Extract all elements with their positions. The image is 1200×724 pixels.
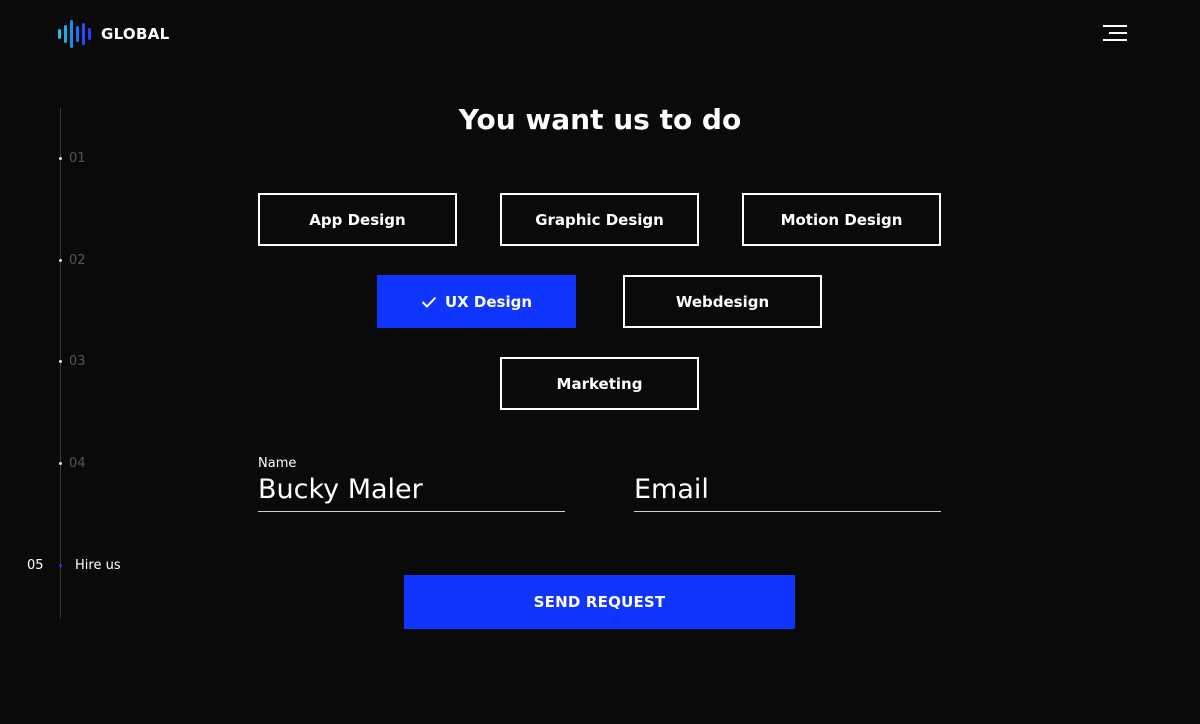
checkmark-icon	[421, 296, 437, 308]
step-04[interactable]: 04	[0, 456, 200, 472]
step-01[interactable]: 01	[0, 151, 200, 167]
option-label: Motion Design	[780, 210, 903, 229]
hamburger-menu-icon[interactable]	[1103, 25, 1127, 43]
page: GLOBAL 01 02 03 04 05 Hire us You want u…	[0, 0, 1200, 724]
step-dot	[59, 564, 62, 567]
option-label: App Design	[309, 210, 406, 229]
step-dot	[59, 462, 62, 465]
step-number: 02	[69, 253, 86, 268]
service-option-ux-design[interactable]: UX Design	[377, 275, 576, 328]
email-label	[634, 456, 941, 472]
send-request-button[interactable]: SEND REQUEST	[404, 575, 795, 629]
logo-text: GLOBAL	[101, 25, 170, 43]
step-05-active[interactable]: 05 Hire us	[0, 558, 200, 574]
step-number: 05	[27, 558, 44, 573]
step-number: 03	[69, 354, 86, 369]
email-field	[634, 456, 941, 512]
name-field: Name	[258, 456, 565, 512]
logo[interactable]: GLOBAL	[58, 20, 170, 48]
step-dot	[59, 360, 62, 363]
service-option-marketing[interactable]: Marketing	[500, 357, 699, 410]
step-number: 04	[69, 456, 86, 471]
step-03[interactable]: 03	[0, 354, 200, 370]
step-label: Hire us	[75, 558, 121, 573]
step-dot	[59, 157, 62, 160]
service-option-webdesign[interactable]: Webdesign	[623, 275, 822, 328]
step-number: 01	[69, 151, 86, 166]
email-input[interactable]	[634, 472, 941, 512]
option-label: Graphic Design	[535, 210, 664, 229]
service-option-app-design[interactable]: App Design	[258, 193, 457, 246]
sound-wave-logo-icon	[58, 20, 91, 48]
name-label: Name	[258, 456, 297, 471]
page-title: You want us to do	[458, 103, 742, 136]
option-label: Webdesign	[675, 292, 770, 311]
step-02[interactable]: 02	[0, 253, 200, 269]
option-label: Marketing	[556, 374, 643, 393]
option-label: UX Design	[444, 292, 533, 311]
name-input[interactable]	[258, 472, 565, 512]
service-option-motion-design[interactable]: Motion Design	[742, 193, 941, 246]
service-option-graphic-design[interactable]: Graphic Design	[500, 193, 699, 246]
step-dot	[59, 259, 62, 262]
